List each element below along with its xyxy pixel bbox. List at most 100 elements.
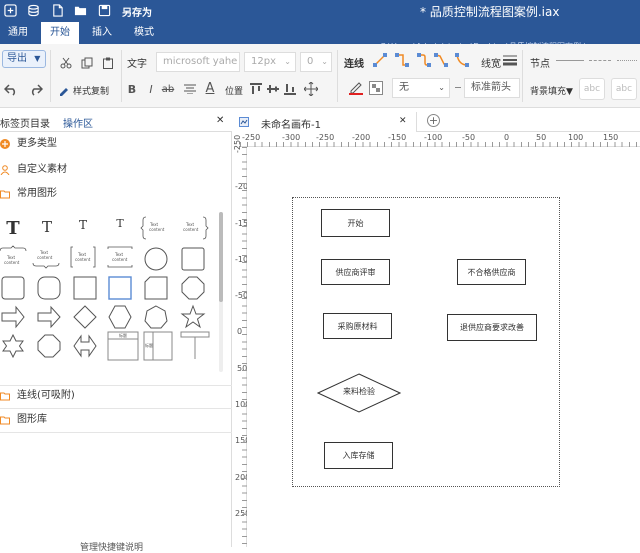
shape-arrow-right[interactable] [36,304,62,330]
close-icon[interactable]: ✕ [216,115,224,126]
line-width-icon[interactable] [502,52,518,68]
svg-text:content: content [183,227,199,232]
shapes-scrollbar[interactable] [219,212,223,372]
custom-material-section[interactable]: 自定义素材 [0,160,232,180]
shape-bracket-text[interactable]: Text content [70,245,96,271]
database-icon[interactable] [26,3,40,17]
shape-diamond[interactable] [72,304,98,330]
curve-connector-icon[interactable] [454,52,470,68]
shape-heptagon[interactable] [143,304,169,330]
font-size-select[interactable]: 12px ⌄ [244,52,296,72]
arrow-style-select[interactable]: 标准箭头 [464,78,520,98]
tab-insert[interactable]: 插入 [84,22,120,44]
export-button[interactable]: 导出 ▼ [2,50,46,68]
open-folder-icon[interactable] [73,3,87,17]
redo-icon[interactable] [28,82,44,98]
shape-callout-line[interactable] [180,330,210,362]
node-return-supplier-improve[interactable]: 退供应商要求改善 [447,314,537,341]
add-tab-icon[interactable]: + [427,114,440,127]
node-incoming-inspection[interactable]: 来料检验 [317,373,401,413]
align-bottom-icon[interactable] [284,82,296,96]
copy-icon[interactable] [80,56,94,70]
new-file-icon[interactable] [50,3,64,17]
format-copy-button[interactable]: 样式复制 [58,82,118,98]
align-center-icon[interactable] [183,82,197,96]
shape-title-box[interactable]: 标题 [107,330,139,362]
italic-button[interactable]: I [145,82,157,96]
scrollbar-thumb[interactable] [219,212,223,302]
diagonal-connector-icon[interactable] [433,52,449,68]
shape-text-medium[interactable]: T [34,214,60,240]
cut-icon[interactable] [59,56,73,70]
shape-vertical-title-box[interactable]: 标题 [143,330,173,362]
shape-text-large[interactable]: T [0,215,26,241]
undo-icon[interactable] [3,82,19,98]
shape-text-tiny[interactable]: T [107,210,133,236]
drawing-canvas[interactable]: 开始 供应商评审 不合格供应商 采购原材料 退供应商要求改善 来料检验 入库存储 [247,147,640,547]
background-fill-dropdown[interactable]: 背景填充▼ [530,84,573,97]
shape-rounded-square[interactable] [180,246,206,272]
shape-text-small[interactable]: T [70,212,96,238]
shape-library-section[interactable]: 图形库 [0,410,232,430]
shape-star[interactable] [180,304,206,330]
shape-brace-bottom-text[interactable]: Text content [32,245,60,271]
node-warehouse-storage[interactable]: 入库存储 [324,442,393,469]
shape-octagon-2[interactable] [36,333,62,359]
move-icon[interactable] [303,81,319,97]
doc-tab-canvas-1[interactable]: 未命名画布-1 ✕ [233,112,417,132]
line-style-solid[interactable] [556,60,584,61]
shape-double-arrow[interactable] [72,333,98,359]
save-icon[interactable] [97,3,111,17]
shape-circle[interactable] [143,246,169,272]
shape-brace-top-text[interactable]: Text content [0,245,27,271]
curved-elbow-connector-icon[interactable] [416,52,432,68]
node-unqualified-supplier[interactable]: 不合格供应商 [457,259,526,285]
ruler-label: 100 [568,133,584,142]
line-style-dotted[interactable] [617,60,637,61]
tab-tag-directory[interactable]: 标签页目录 [0,115,50,130]
font-color-button[interactable]: A [203,80,217,96]
straight-connector-icon[interactable] [372,52,388,68]
fill-pattern-icon[interactable] [368,80,384,96]
shape-rounded-rect-large[interactable] [36,275,62,301]
tab-start[interactable]: 开始 [41,22,79,44]
font-family-select[interactable]: microsoft yahe [156,52,240,72]
line-color-icon[interactable] [348,80,364,96]
more-types-section[interactable]: 更多类型 [0,134,232,154]
toolbar-divider [522,50,523,102]
shape-square[interactable] [72,275,98,301]
save-as-button[interactable]: 另存为 [122,4,152,19]
style-preset-2[interactable]: abc [611,78,637,100]
ruler-label: -250 [242,133,261,142]
tab-mode[interactable]: 模式 [126,22,162,44]
align-middle-icon[interactable] [267,82,279,96]
paste-icon[interactable] [101,56,115,70]
shape-rounded-rect[interactable] [0,275,26,301]
style-preset-1[interactable]: abc [579,78,605,100]
shape-arrow-right-outline[interactable] [0,304,26,330]
align-top-icon[interactable] [250,82,262,96]
letter-spacing-select[interactable]: 0 ⌄ [300,52,332,72]
node-start[interactable]: 开始 [321,209,390,237]
elbow-connector-icon[interactable] [394,52,410,68]
shape-brace-left-text[interactable]: Text content [140,215,169,241]
shape-six-point-star[interactable] [0,333,26,359]
common-shapes-section[interactable]: 常用图形 [0,184,232,204]
close-icon[interactable]: ✕ [399,116,407,126]
shape-octagon[interactable] [180,275,206,301]
strikethrough-button[interactable]: ab [161,82,175,96]
shape-square-selected[interactable] [107,275,133,301]
shape-cut-corner-square[interactable] [143,275,169,301]
node-supplier-review[interactable]: 供应商评审 [321,259,390,285]
node-label: 节点 [530,59,550,70]
bold-button[interactable]: B [126,82,138,96]
tab-general[interactable]: 通用 [0,22,36,44]
shape-brace-right-text[interactable]: Text content [180,215,209,241]
node-purchase-materials[interactable]: 采购原材料 [323,313,392,339]
fill-select[interactable]: 无 ⌄ [392,78,450,98]
line-style-dashed[interactable] [589,60,611,61]
dash-divider [455,87,461,88]
shape-bracket-horizontal-text[interactable]: Text content [107,245,133,271]
connectors-section[interactable]: 连线(可吸附) [0,386,232,406]
shape-hexagon[interactable] [107,304,133,330]
